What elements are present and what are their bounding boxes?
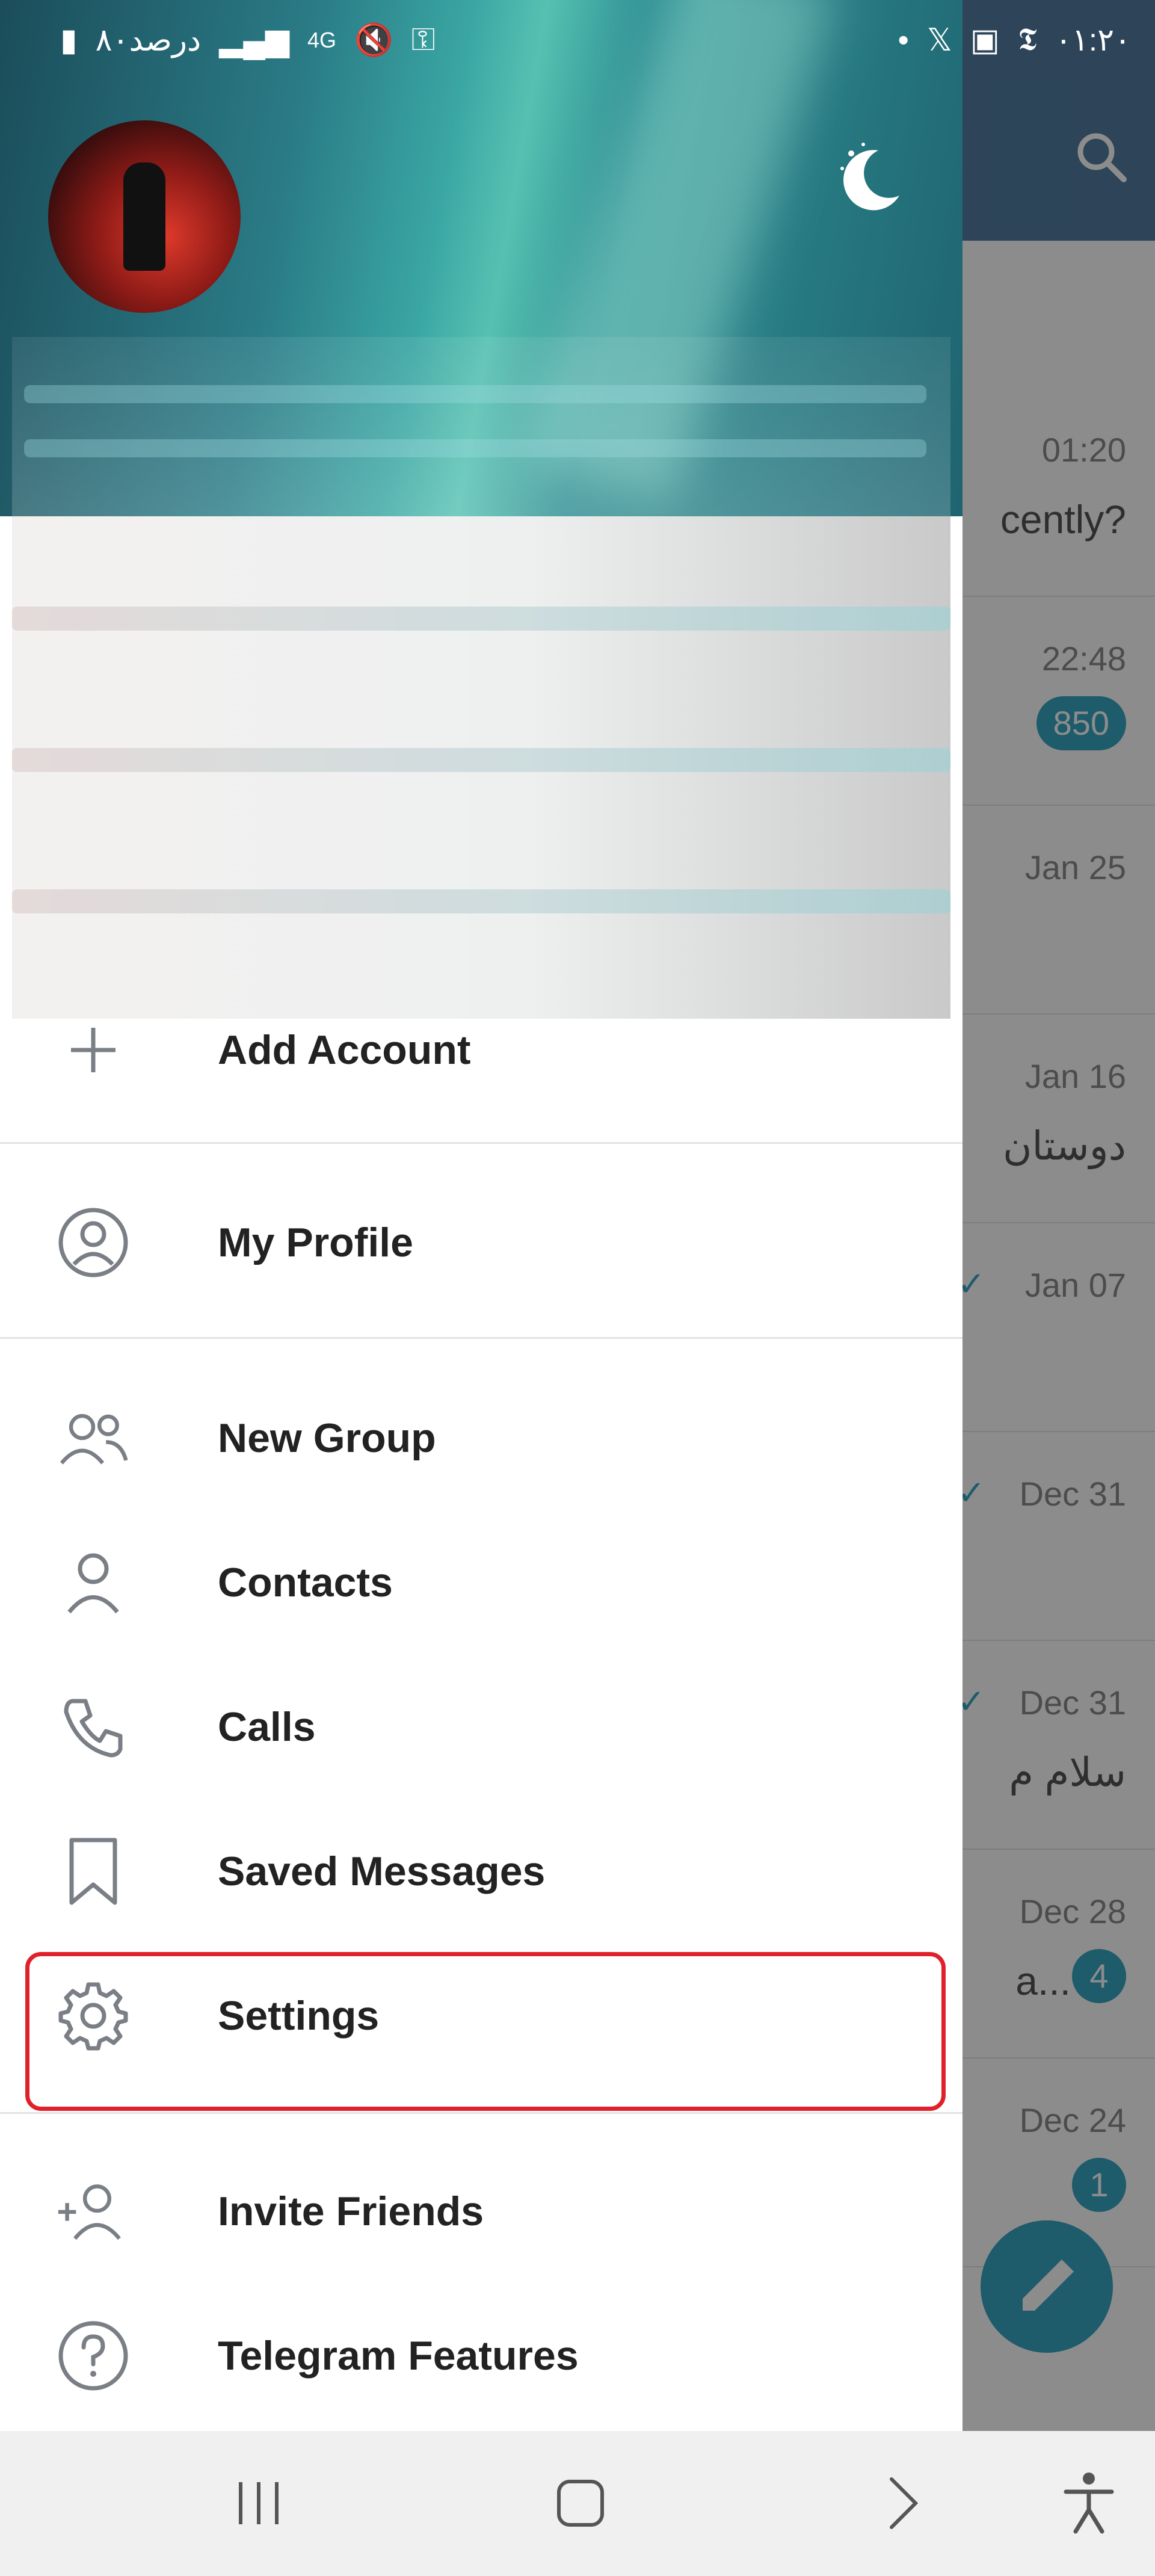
navigation-drawer: Add Account My Profile New Group Contact…	[0, 0, 962, 2431]
divider	[0, 2112, 962, 2114]
bookmark-icon	[57, 1835, 129, 1907]
plus-icon	[57, 1014, 129, 1086]
menu-label: Contacts	[218, 1560, 393, 1605]
menu-item-contacts[interactable]: Contacts	[0, 1510, 962, 1655]
back-button[interactable]	[866, 2467, 938, 2539]
menu-item-invite-friends[interactable]: Invite Friends	[0, 2139, 962, 2284]
status-right: • 𝕏 ▣ 𝕿 ۰۱:۲۰	[898, 22, 1131, 58]
news-app-icon: 𝕿	[1017, 22, 1037, 57]
recent-apps-button[interactable]	[223, 2467, 295, 2539]
phone-icon	[57, 1691, 129, 1763]
mute-icon: 🔇	[354, 23, 393, 58]
signal-icon: ▂▄▆	[219, 22, 290, 58]
dot-icon: •	[898, 22, 909, 58]
blurred-account[interactable]	[12, 748, 950, 772]
gallery-icon: ▣	[970, 22, 1000, 58]
network-type: 4G	[307, 27, 337, 52]
blurred-account[interactable]	[12, 607, 950, 631]
key-icon: ⚿	[411, 22, 436, 57]
blurred-line	[24, 439, 926, 457]
question-icon	[57, 2320, 129, 2392]
status-left: ▮ ۸۰درصد ▂▄▆ 4G 🔇 ⚿	[60, 22, 435, 58]
group-icon	[57, 1402, 129, 1474]
status-bar: ▮ ۸۰درصد ▂▄▆ 4G 🔇 ⚿ • 𝕏 ▣ 𝕿 ۰۱:۲۰	[0, 0, 1155, 78]
x-app-icon: 𝕏	[926, 22, 952, 58]
avatar[interactable]	[48, 120, 241, 313]
menu-item-new-group[interactable]: New Group	[0, 1366, 962, 1510]
divider	[0, 1142, 962, 1144]
avatar-figure	[123, 162, 165, 271]
battery-icon: ▮	[60, 22, 78, 58]
night-mode-toggle-icon[interactable]	[830, 138, 908, 217]
menu-label: Saved Messages	[218, 1849, 546, 1894]
divider	[0, 1337, 962, 1339]
menu-label: Add Account	[218, 1027, 471, 1073]
menu-label: Calls	[218, 1704, 316, 1750]
blurred-account[interactable]	[12, 889, 950, 913]
contact-icon	[57, 1546, 129, 1619]
add-user-icon	[57, 2175, 129, 2247]
accounts-list-blurred	[12, 516, 950, 1019]
menu-item-add-account[interactable]: Add Account	[0, 978, 962, 1122]
clock: ۰۱:۲۰	[1055, 22, 1131, 58]
system-navigation-bar	[0, 2431, 1155, 2576]
battery-percent: ۸۰درصد	[95, 22, 202, 58]
blurred-line	[24, 385, 926, 403]
account-name-blurred	[12, 337, 950, 516]
menu-item-calls[interactable]: Calls	[0, 1655, 962, 1799]
menu-item-telegram-features[interactable]: Telegram Features	[0, 2284, 962, 2428]
settings-highlight-box	[25, 1952, 946, 2111]
menu-label: Telegram Features	[218, 2333, 579, 2379]
home-button[interactable]	[544, 2467, 617, 2539]
menu-label: Invite Friends	[218, 2188, 484, 2234]
menu-item-my-profile[interactable]: My Profile	[0, 1170, 962, 1315]
menu-item-saved-messages[interactable]: Saved Messages	[0, 1799, 962, 1944]
menu-label: New Group	[218, 1415, 436, 1461]
profile-icon	[57, 1206, 129, 1279]
accessibility-icon[interactable]	[1053, 2467, 1125, 2539]
menu-label: My Profile	[218, 1220, 413, 1265]
